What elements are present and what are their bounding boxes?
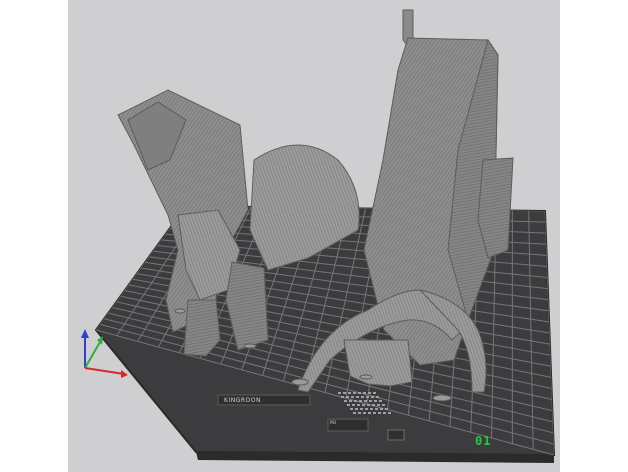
bed-label-text: PEI bbox=[330, 420, 337, 425]
bed-marker-dot bbox=[357, 404, 360, 406]
bed-marker-dot bbox=[375, 408, 378, 410]
bed-marker-dot bbox=[367, 404, 370, 406]
bed-marker-dot bbox=[388, 412, 391, 414]
bed-marker-dot bbox=[372, 404, 375, 406]
bed-marker-dot bbox=[338, 392, 341, 394]
bed-marker-dot bbox=[365, 408, 368, 410]
bed-marker-dot bbox=[360, 408, 363, 410]
bed-marker-dot bbox=[349, 400, 352, 402]
bed-marker-dot bbox=[353, 392, 356, 394]
bed-marker-dot bbox=[359, 400, 362, 402]
bed-marker-dot bbox=[364, 400, 367, 402]
bed-marker-dot bbox=[358, 412, 361, 414]
bed-marker-dot bbox=[363, 392, 366, 394]
bed-marker-dot bbox=[366, 396, 369, 398]
bed-marker-dot bbox=[380, 408, 383, 410]
bed-marker-dot bbox=[371, 396, 374, 398]
bed-marker-dot bbox=[370, 408, 373, 410]
bed-marker-dot bbox=[348, 392, 351, 394]
bed-marker-dot bbox=[373, 412, 376, 414]
plate-number-label[interactable]: 01 bbox=[475, 434, 491, 448]
bed-marker-dot bbox=[378, 412, 381, 414]
bed-logo-text: KINGROON bbox=[224, 397, 261, 404]
bed-marker-dot bbox=[346, 396, 349, 398]
bed-marker-dot bbox=[385, 408, 388, 410]
bed-marker-dot bbox=[363, 412, 366, 414]
bed-marker-dot bbox=[344, 400, 347, 402]
scene-canvas bbox=[81, 9, 556, 463]
bed-marker-dot bbox=[377, 404, 380, 406]
bed-marker-dot bbox=[358, 392, 361, 394]
bed-marker-dot bbox=[362, 404, 365, 406]
bed-marker-dot bbox=[374, 400, 377, 402]
bed-marker-dot bbox=[369, 400, 372, 402]
bed-marker-dot bbox=[382, 404, 385, 406]
3d-viewport[interactable]: KINGROON PEI 01 bbox=[68, 0, 560, 472]
bed-marker-dot bbox=[361, 396, 364, 398]
bed-marker-dot bbox=[355, 408, 358, 410]
bed-marker-dot bbox=[347, 404, 350, 406]
bed-marker-dot bbox=[353, 412, 356, 414]
bed-marker-dot bbox=[373, 392, 376, 394]
bed-marker-dot bbox=[368, 412, 371, 414]
bed-marker-dot bbox=[354, 400, 357, 402]
bed-marker-dot bbox=[352, 404, 355, 406]
bed-marker-dot bbox=[356, 396, 359, 398]
bed-marker-dot bbox=[383, 412, 386, 414]
bed-marker-dot bbox=[379, 400, 382, 402]
bed-marker-dot bbox=[376, 396, 379, 398]
bed-marker-dot bbox=[341, 396, 344, 398]
bed-marker-dot bbox=[343, 392, 346, 394]
bed-marker-dot bbox=[351, 396, 354, 398]
bed-marker-dot bbox=[368, 392, 371, 394]
bed-marker-dot bbox=[350, 408, 353, 410]
